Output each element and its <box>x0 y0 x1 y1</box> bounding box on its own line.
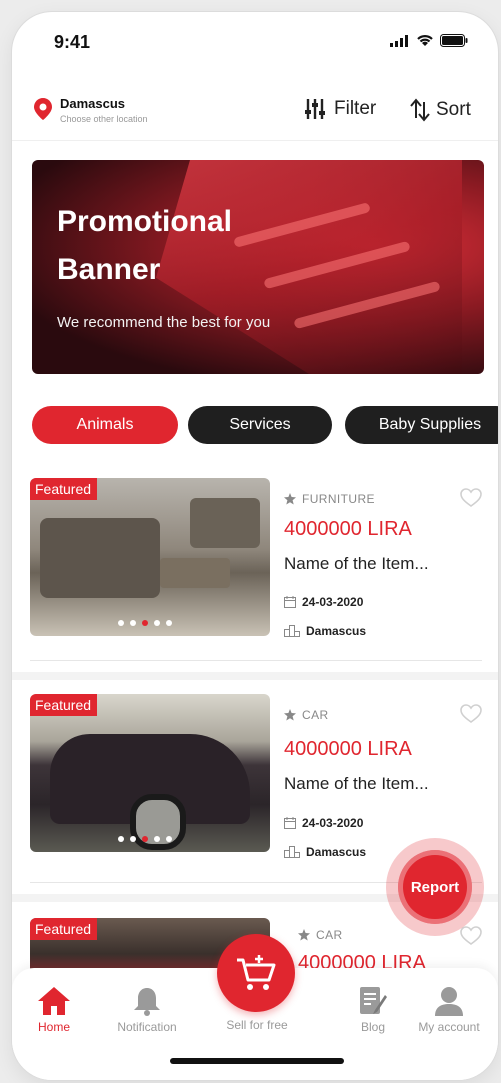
nav-blog-label: Blog <box>360 1020 386 1034</box>
listing-category-label: CAR <box>302 708 329 722</box>
favorite-heart-icon[interactable] <box>460 488 482 508</box>
sort-label: Sort <box>436 99 471 120</box>
calendar-icon <box>284 596 296 608</box>
listing-name[interactable]: Name of the Item... <box>284 774 429 794</box>
sell-for-free-button[interactable] <box>217 934 295 1012</box>
nav-my-account[interactable]: My account <box>404 986 494 1034</box>
listing-category: FURNITURE <box>284 492 375 506</box>
listing-category-label: CAR <box>316 928 343 942</box>
carousel-dot[interactable] <box>130 836 136 842</box>
nav-home-label: Home <box>37 1020 70 1034</box>
banner-title: Promotional Banner <box>57 198 232 294</box>
filter-button[interactable]: Filter <box>304 98 376 120</box>
chip-services[interactable]: Services <box>188 406 332 444</box>
banner-title-line2: Banner <box>57 253 161 286</box>
listing-date: 24-03-2020 <box>284 816 363 830</box>
city-buildings-icon <box>284 846 300 858</box>
listing-date-value: 24-03-2020 <box>302 816 364 830</box>
sort-arrows-icon <box>410 98 430 122</box>
star-icon <box>284 493 296 505</box>
star-icon <box>284 709 296 721</box>
featured-badge: Featured <box>30 918 98 940</box>
calendar-icon <box>284 817 296 829</box>
listing-card[interactable]: Featured FURNITURE 4000000 LIRA Name of … <box>12 476 498 680</box>
image-carousel-dots[interactable] <box>118 620 172 626</box>
listing-image-car[interactable]: Featured <box>30 694 270 852</box>
location-change-hint[interactable]: Choose other location <box>60 114 148 124</box>
listing-image-sofa[interactable]: Featured <box>30 478 270 636</box>
bell-icon <box>134 988 160 1016</box>
featured-badge: Featured <box>30 694 98 716</box>
carousel-dot[interactable] <box>154 620 160 626</box>
carousel-dot[interactable] <box>166 836 172 842</box>
table-shape <box>160 558 230 588</box>
status-icons <box>390 34 468 47</box>
listing-city-value: Damascus <box>306 845 367 859</box>
featured-badge: Featured <box>30 478 98 500</box>
cart-plus-icon <box>237 955 276 990</box>
status-time: 9:41 <box>54 32 91 52</box>
listing-city: Damascus <box>284 845 366 859</box>
carousel-dot[interactable] <box>130 620 136 626</box>
nav-my-account-label: My account <box>418 1020 480 1034</box>
card-separator <box>30 660 482 661</box>
carousel-dot[interactable] <box>118 620 124 626</box>
carousel-dot[interactable] <box>154 836 160 842</box>
report-button[interactable]: Report <box>398 850 472 924</box>
nav-home[interactable]: Home <box>12 986 99 1034</box>
star-icon <box>298 929 310 941</box>
home-icon <box>38 987 70 1015</box>
listing-category: CAR <box>284 708 329 722</box>
listing-city-value: Damascus <box>306 624 367 638</box>
user-avatar-icon <box>435 987 463 1016</box>
carousel-dot-active[interactable] <box>142 836 148 842</box>
chip-animals[interactable]: Animals <box>32 406 178 444</box>
top-header: Damascus Choose other location Filter So… <box>12 72 498 142</box>
favorite-heart-icon[interactable] <box>460 926 482 946</box>
banner-title-line1: Promotional <box>57 205 233 238</box>
nav-notification[interactable]: Notification <box>102 986 192 1034</box>
location-pin-icon[interactable] <box>34 98 52 120</box>
blog-edit-icon <box>360 987 387 1014</box>
chip-baby-supplies[interactable]: Baby Supplies <box>345 406 498 444</box>
battery-icon <box>440 34 468 47</box>
listing-price: 4000000 LIRA <box>284 738 412 760</box>
carousel-dot-active[interactable] <box>142 620 148 626</box>
card-band <box>12 672 498 680</box>
wifi-icon <box>417 35 433 46</box>
carousel-dot[interactable] <box>166 620 172 626</box>
city-buildings-icon <box>284 625 300 637</box>
sort-button[interactable]: Sort <box>410 98 471 122</box>
filter-label: Filter <box>334 98 377 119</box>
location-city[interactable]: Damascus <box>60 96 125 111</box>
signal-icon <box>390 34 408 47</box>
header-divider <box>12 140 498 141</box>
listing-price: 4000000 LIRA <box>284 518 412 540</box>
listing-date-value: 24-03-2020 <box>302 595 364 609</box>
phone-screen: 9:41 Damascus Choose other location Filt… <box>12 12 498 1080</box>
listing-category: CAR <box>298 928 343 942</box>
listing-city: Damascus <box>284 624 366 638</box>
home-indicator <box>170 1058 344 1064</box>
carousel-dot[interactable] <box>118 836 124 842</box>
image-carousel-dots[interactable] <box>118 836 172 842</box>
listing-category-label: FURNITURE <box>302 492 375 506</box>
chair-shape <box>190 498 260 548</box>
sell-for-free-label[interactable]: Sell for free <box>212 1018 302 1032</box>
nav-notification-label: Notification <box>117 1020 177 1034</box>
listing-name[interactable]: Name of the Item... <box>284 554 429 574</box>
banner-subtitle: We recommend the best for you <box>57 314 271 331</box>
promotional-banner[interactable]: Promotional Banner We recommend the best… <box>32 160 484 374</box>
filter-sliders-icon <box>305 99 325 119</box>
category-chips: Animals Services Baby Supplies <box>32 406 498 446</box>
favorite-heart-icon[interactable] <box>460 704 482 724</box>
listing-date: 24-03-2020 <box>284 595 363 609</box>
sofa-shape <box>40 518 160 598</box>
